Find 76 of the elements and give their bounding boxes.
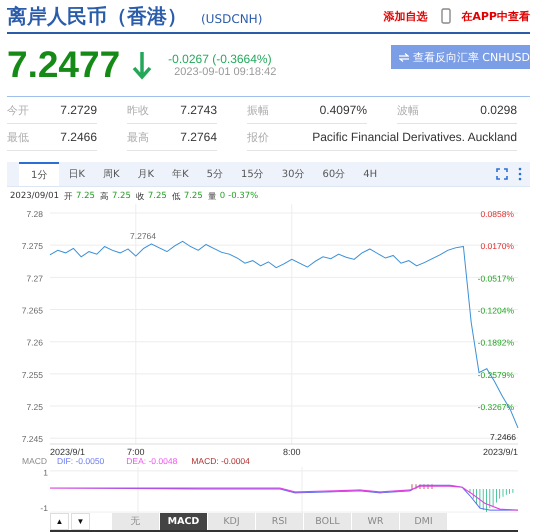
ohlc-value: 7.25 — [112, 191, 131, 203]
more-icon[interactable] — [518, 167, 522, 181]
period-tab[interactable]: 5分 — [198, 162, 232, 186]
stat-value: 7.2764 — [180, 130, 217, 144]
axis-label: 7.27 — [26, 273, 43, 284]
stat-label: 报价 — [247, 130, 269, 144]
stat-value: 7.2466 — [60, 130, 97, 144]
indicator-tab[interactable]: MACD — [160, 513, 208, 530]
stat-value: 7.2743 — [180, 103, 217, 117]
fullscreen-icon[interactable] — [496, 168, 508, 180]
time-label: 2023/9/1 — [50, 447, 86, 456]
change-value: -0.0267 (-0.3664%) — [168, 52, 273, 66]
action-link[interactable]: 在APP中查看 — [461, 8, 530, 24]
ohlc-value: 7.25 — [148, 191, 167, 203]
bar-change: -0.37% — [228, 191, 258, 203]
time-label: 8:00 — [283, 447, 301, 456]
axis-label: 7.25 — [26, 402, 43, 412]
period-tab[interactable]: 1分 — [19, 162, 60, 186]
axis-label: 0.0858% — [480, 209, 514, 219]
axis-label: 7.275 — [22, 241, 43, 252]
ohlc-value: 7.25 — [76, 191, 95, 203]
stat-value: 7.2729 — [60, 103, 97, 117]
period-tab[interactable]: 15分 — [232, 162, 273, 186]
swap-icon — [398, 52, 409, 62]
period-tab[interactable]: 年K — [163, 162, 198, 186]
down-arrow-icon — [132, 50, 152, 80]
price-value: 7.2477 — [7, 44, 120, 86]
period-tab[interactable]: 30分 — [272, 162, 314, 186]
period-tab[interactable]: 60分 — [313, 162, 354, 186]
axis-label: 7.26 — [26, 338, 43, 348]
axis-label: -0.1204% — [478, 306, 514, 316]
stat-label: 最低 — [7, 130, 29, 144]
ohlc-label: 开 — [64, 191, 73, 203]
axis-label: -0.1892% — [478, 338, 514, 348]
axis-label: 7.245 — [22, 434, 43, 444]
period-tab[interactable]: 日K — [59, 162, 94, 186]
stat-value: 0.0298 — [480, 103, 517, 117]
axis-label: 7.265 — [22, 306, 43, 316]
stat-label: 昨收 — [127, 102, 149, 118]
ohlc-value: 0 — [220, 191, 226, 203]
axis-label: 7.28 — [26, 209, 43, 219]
time-label: 7:00 — [127, 447, 145, 456]
ohlc-label: 收 — [136, 191, 145, 203]
period-tab[interactable]: 周K — [94, 162, 128, 186]
stat-label: 振幅 — [247, 102, 269, 118]
last-price-marker: 7.2466 — [490, 432, 516, 442]
stat-label: 今开 — [7, 102, 29, 118]
stat-value: 0.4097% — [320, 103, 367, 117]
symbol-code: (USDCNH) — [201, 12, 262, 26]
indicator-name: MACD — [22, 456, 48, 467]
ohlc-label: 高 — [100, 191, 109, 203]
page-title: 离岸人民币（香港） — [7, 2, 187, 30]
dea-value: DEA: -0.0048 — [126, 456, 178, 467]
scroll-arrow-button[interactable]: ▼ — [71, 513, 90, 530]
stat-value: Pacific Financial Derivatives. Auckland — [312, 130, 517, 144]
period-tab[interactable]: 月K — [128, 162, 164, 186]
axis-label: -1 — [40, 503, 48, 513]
axis-label: 0.0170% — [480, 241, 514, 252]
axis-label: -0.0517% — [478, 273, 514, 284]
bar-date: 2023/09/01 — [10, 191, 59, 203]
dif-value: DIF: -0.0050 — [57, 456, 104, 467]
macd-value: MACD: -0.0004 — [191, 456, 250, 467]
stat-label: 最高 — [127, 130, 149, 144]
ohlc-label: 低 — [172, 191, 181, 203]
action-link[interactable]: 添加自选 — [383, 8, 428, 24]
high-marker: 7.2764 — [130, 231, 156, 241]
stat-label: 波幅 — [397, 102, 419, 118]
scroll-arrow-button[interactable]: ▲ — [50, 513, 69, 530]
ohlc-label: 量 — [208, 191, 217, 203]
ohlc-value: 7.25 — [184, 191, 203, 203]
time-label: 2023/9/1 — [482, 447, 518, 456]
quote-time: 2023-09-01 09:18:42 — [174, 66, 276, 78]
axis-label: 7.255 — [22, 370, 43, 380]
period-tab[interactable]: 4H — [354, 162, 386, 186]
phone-icon — [441, 8, 452, 24]
axis-label: 1 — [43, 468, 48, 478]
